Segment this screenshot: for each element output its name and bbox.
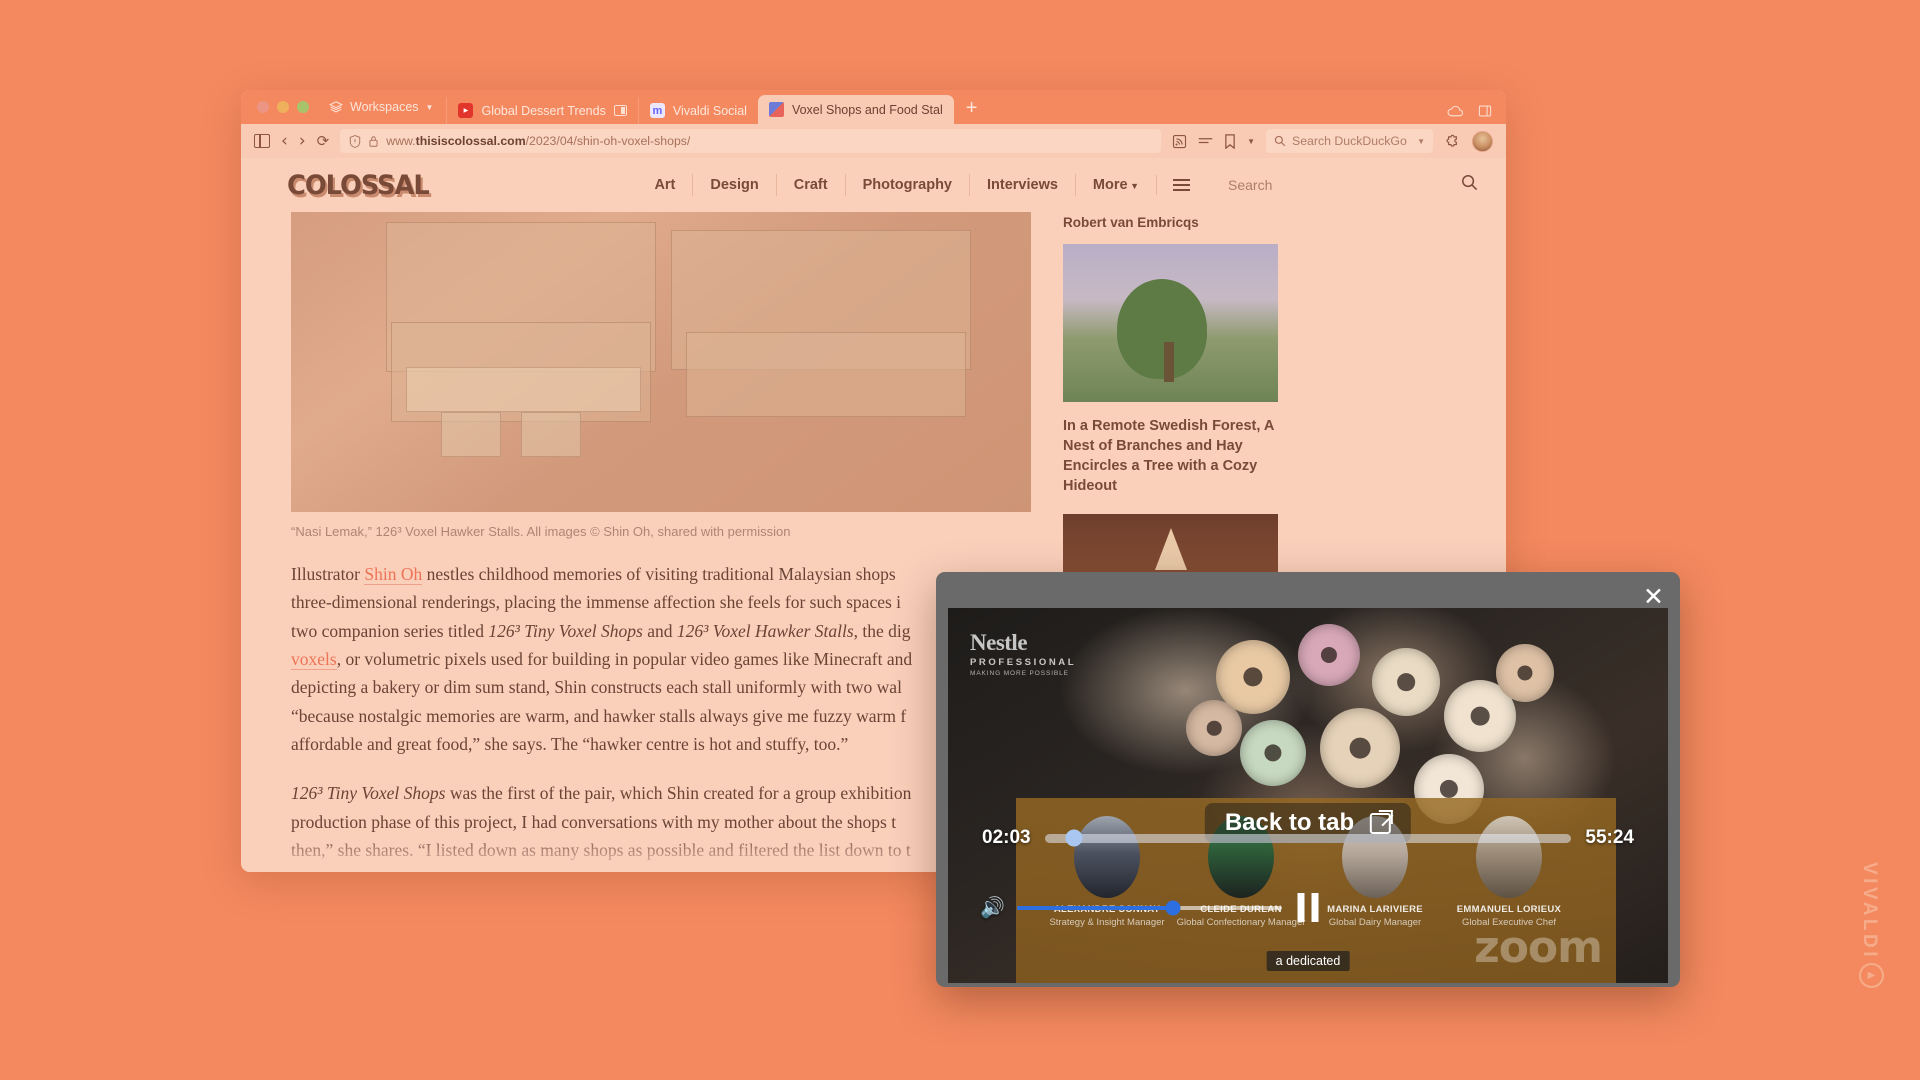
- window-traffic-lights: [253, 90, 315, 124]
- video-caption: a dedicated: [1266, 951, 1350, 971]
- back-arrow-icon[interactable]: ‹: [281, 131, 288, 151]
- panel-toggle-icon[interactable]: [254, 134, 270, 148]
- seek-bar-row: 02:03 55:24: [948, 827, 1668, 849]
- search-icon[interactable]: [1461, 174, 1478, 196]
- puzzle-piece-icon[interactable]: [1444, 133, 1461, 150]
- tab-global-dessert-trends[interactable]: Global Dessert Trends: [446, 97, 637, 124]
- cloud-icon[interactable]: [1447, 105, 1464, 118]
- player-controls: 🔊: [948, 893, 1668, 922]
- avatar[interactable]: [1472, 130, 1493, 152]
- seek-slider[interactable]: [1044, 829, 1572, 847]
- volume-slider[interactable]: [1016, 900, 1282, 915]
- nestle-logo: Nestle PROFESSIONAL MAKING MORE POSSIBLE: [970, 630, 1076, 677]
- main-navigation: Art Design Craft Photography Interviews …: [637, 173, 1478, 197]
- window-panel-icon[interactable]: [1478, 104, 1492, 118]
- site-search-placeholder: Search: [1228, 177, 1273, 193]
- lock-icon: [369, 135, 378, 147]
- nav-item-photography[interactable]: Photography: [846, 173, 970, 197]
- vivaldi-brand-label: VIVALDI: [1859, 862, 1880, 961]
- seek-handle[interactable]: [1065, 829, 1083, 847]
- nav-item-art[interactable]: Art: [637, 173, 694, 197]
- brand-line-2: PROFESSIONAL: [970, 657, 1077, 668]
- workspaces-icon: [329, 101, 343, 113]
- forward-arrow-icon[interactable]: ›: [299, 131, 306, 151]
- reload-icon[interactable]: ⟳: [317, 132, 330, 150]
- volume-icon[interactable]: 🔊: [980, 895, 1005, 920]
- reader-view-icon[interactable]: [1198, 135, 1213, 147]
- youtube-icon: [458, 103, 474, 118]
- nav-item-craft[interactable]: Craft: [777, 173, 846, 197]
- brand-line-3: MAKING MORE POSSIBLE: [970, 670, 1069, 677]
- sidebar-article-title-1[interactable]: In a Remote Swedish Forest, A Nest of Br…: [1063, 416, 1308, 496]
- workspaces-label: Workspaces: [350, 100, 419, 114]
- tree-trunk-graphic: [1164, 341, 1175, 382]
- volume-fill: [1016, 905, 1174, 910]
- nav-item-interviews[interactable]: Interviews: [970, 173, 1076, 197]
- article: “Nasi Lemak,” 126³ Voxel Hawker Stalls. …: [291, 212, 1031, 864]
- tab-bar: Workspaces ▼ Global Dessert Trends m Viv…: [241, 90, 1506, 124]
- image-caption: “Nasi Lemak,” 126³ Voxel Hawker Stalls. …: [291, 524, 791, 539]
- colossal-icon: [768, 102, 784, 117]
- shield-icon[interactable]: [349, 134, 361, 148]
- site-header: COLOSSAL Art Design Craft Photography In…: [241, 158, 1506, 212]
- url-text: www.thisiscolossal.com/2023/04/shin-oh-v…: [386, 134, 691, 148]
- nav-item-more[interactable]: More ▼: [1076, 174, 1156, 197]
- brand-name: Nestle: [970, 630, 1028, 655]
- tree-graphic: [1116, 278, 1207, 379]
- close-icon[interactable]: ✕: [1643, 584, 1664, 609]
- tab-title: Global Dessert Trends: [481, 103, 606, 118]
- nav-item-design[interactable]: Design: [693, 173, 777, 197]
- address-bar: ‹ › ⟳ www.thisiscolossal.com/2023/04/shi…: [241, 124, 1506, 158]
- ice-cream-graphic: [1154, 528, 1187, 570]
- minimize-window-button[interactable]: [277, 101, 289, 113]
- tab-media-indicator-icon[interactable]: [613, 105, 627, 116]
- total-time: 55:24: [1585, 827, 1634, 848]
- chevron-down-icon: ▼: [425, 102, 434, 112]
- search-engine-icon: [1274, 135, 1286, 147]
- workspaces-button[interactable]: Workspaces ▼: [315, 90, 446, 124]
- site-logo[interactable]: COLOSSAL: [287, 170, 430, 201]
- sidebar-thumbnail-1[interactable]: [1063, 244, 1278, 402]
- close-window-button[interactable]: [257, 101, 269, 113]
- bookmark-icon[interactable]: [1224, 133, 1236, 149]
- tab-vivaldi-social[interactable]: m Vivaldi Social: [637, 97, 758, 124]
- mastodon-icon: m: [649, 103, 665, 118]
- maximize-window-button[interactable]: [297, 101, 309, 113]
- chevron-down-icon[interactable]: ▼: [1417, 137, 1425, 146]
- link-voxels[interactable]: voxels: [291, 649, 337, 671]
- new-tab-button[interactable]: +: [954, 95, 988, 124]
- site-search[interactable]: Search: [1228, 174, 1478, 196]
- tab-title: Vivaldi Social: [672, 103, 747, 118]
- search-input[interactable]: Search DuckDuckGo ▼: [1266, 129, 1433, 153]
- link-shin-oh[interactable]: Shin Oh: [364, 564, 423, 585]
- tab-title: Voxel Shops and Food Stal: [791, 102, 943, 117]
- chevron-down-icon[interactable]: ▼: [1247, 137, 1255, 146]
- current-time: 02:03: [982, 827, 1031, 848]
- tab-voxel-shops[interactable]: Voxel Shops and Food Stal: [757, 95, 954, 124]
- rss-icon[interactable]: [1172, 134, 1187, 149]
- article-paragraph-2: 126³ Tiny Voxel Shops was the first of t…: [291, 783, 912, 861]
- article-hero-image: [291, 212, 1031, 512]
- search-placeholder: Search DuckDuckGo: [1292, 134, 1407, 148]
- url-input[interactable]: www.thisiscolossal.com/2023/04/shin-oh-v…: [340, 129, 1162, 153]
- article-paragraph-1: Illustrator Shin Oh nestles childhood me…: [291, 564, 913, 755]
- zoom-watermark: zoom: [1474, 922, 1603, 973]
- sidebar-byline[interactable]: Robert van Embricqs: [1063, 215, 1308, 230]
- hamburger-icon[interactable]: [1156, 175, 1206, 195]
- picture-in-picture-player: ✕ Nestle PROFESSIONAL MAKING MORE POSSIB…: [936, 572, 1680, 987]
- window-controls-right: [1447, 104, 1506, 124]
- vivaldi-logo-icon: ▶: [1859, 963, 1884, 988]
- video-surface[interactable]: Nestle PROFESSIONAL MAKING MORE POSSIBLE…: [948, 608, 1668, 983]
- volume-handle[interactable]: [1165, 900, 1181, 915]
- pause-button[interactable]: [1297, 893, 1319, 922]
